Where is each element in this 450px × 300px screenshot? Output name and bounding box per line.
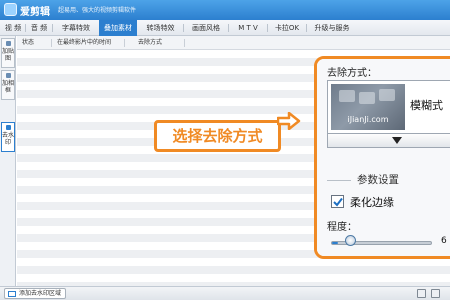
watermark-icon — [6, 125, 11, 130]
sticker-icon — [6, 41, 11, 46]
degree-value: 6 — [441, 236, 447, 246]
column-header-time[interactable]: 在最终影片中的时间 — [57, 36, 111, 50]
sidebar-item-remove-watermark[interactable]: 去水印 — [1, 122, 15, 152]
blur-block — [359, 92, 375, 104]
settings-icon[interactable] — [431, 289, 440, 298]
add-area-icon — [8, 291, 16, 297]
method-dropdown-button[interactable] — [327, 134, 450, 148]
delete-icon[interactable] — [417, 289, 426, 298]
panel-body: 去除方式： iJianJi.com 模糊式 参数设置 柔化边缘 程度： 6 — [317, 59, 450, 256]
removal-method-selector[interactable]: iJianJi.com 模糊式 — [327, 80, 450, 134]
checkmark-icon — [333, 197, 343, 207]
instruction-callout: 选择去除方式 — [154, 120, 281, 152]
column-header-status[interactable]: 状态 — [22, 36, 34, 50]
soften-edges-checkbox[interactable] — [331, 195, 344, 208]
tab-divider — [25, 24, 26, 32]
column-divider — [124, 39, 125, 47]
tab-divider — [52, 24, 53, 32]
sidebar: 加贴图 加相框 去水印 — [0, 36, 16, 286]
tab-divider — [228, 24, 229, 32]
status-bar: 添加去水印区域 — [0, 286, 450, 300]
tab-mtv[interactable]: M T V — [230, 20, 266, 36]
removal-settings-panel: 去除方式： iJianJi.com 模糊式 参数设置 柔化边缘 程度： 6 — [314, 56, 450, 259]
method-name: 模糊式 — [410, 99, 443, 112]
tab-video[interactable]: 视 频 — [2, 20, 24, 36]
tab-transitions[interactable]: 转场特效 — [139, 20, 182, 36]
column-header-method[interactable]: 去除方式 — [138, 36, 162, 50]
column-divider — [184, 39, 185, 47]
degree-slider-thumb[interactable] — [345, 235, 357, 246]
callout-arrow-icon — [277, 112, 301, 130]
app-logo-icon — [4, 3, 17, 16]
chevron-down-icon — [392, 137, 402, 144]
blur-block — [379, 89, 395, 101]
parameter-settings-title: 参数设置 — [357, 174, 399, 186]
degree-slider-fill — [332, 242, 339, 244]
title-bar: 爱剪辑 超易用、强大的视频剪辑软件 — [0, 0, 450, 20]
app-tagline: 超易用、强大的视频剪辑软件 — [58, 7, 137, 14]
sidebar-item-add-sticker[interactable]: 加贴图 — [1, 38, 15, 68]
soften-edges-label: 柔化边缘 — [350, 196, 394, 209]
preview-watermark-text: iJianJi.com — [347, 115, 389, 124]
sidebar-item-label: 加相框 — [2, 80, 15, 94]
list-header: 状态 在最终影片中的时间 去除方式 — [17, 36, 450, 50]
divider — [327, 180, 351, 181]
tab-divider — [183, 24, 184, 32]
blur-block — [339, 90, 355, 102]
tab-subtitle-effects[interactable]: 字幕特效 — [54, 20, 98, 36]
tab-divider — [306, 24, 307, 32]
degree-label: 程度： — [327, 222, 357, 233]
sidebar-item-add-frame[interactable]: 加相框 — [1, 70, 15, 100]
tab-divider — [267, 24, 268, 32]
callout-text: 选择去除方式 — [172, 127, 263, 145]
removal-method-label: 去除方式： — [327, 68, 377, 79]
tab-audio[interactable]: 音 频 — [28, 20, 50, 36]
sidebar-item-label: 去水印 — [2, 132, 15, 146]
status-tools — [413, 289, 447, 299]
tab-karaoke[interactable]: 卡拉OK — [269, 20, 305, 36]
column-divider — [51, 39, 52, 47]
sidebar-item-label: 加贴图 — [2, 48, 15, 62]
app-title: 爱剪辑 — [20, 7, 50, 18]
add-area-label: 添加去水印区域 — [19, 290, 62, 297]
main-tab-bar: 视 频 音 频 字幕特效 叠加素材 转场特效 画面风格 M T V 卡拉OK 升… — [0, 20, 450, 38]
method-preview-image: iJianJi.com — [331, 84, 405, 130]
frame-icon — [6, 73, 11, 78]
add-watermark-area-button[interactable]: 添加去水印区域 — [4, 288, 67, 299]
tab-upgrade-service[interactable]: 升级与服务 — [308, 20, 356, 36]
tab-picture-style[interactable]: 画面风格 — [185, 20, 227, 36]
